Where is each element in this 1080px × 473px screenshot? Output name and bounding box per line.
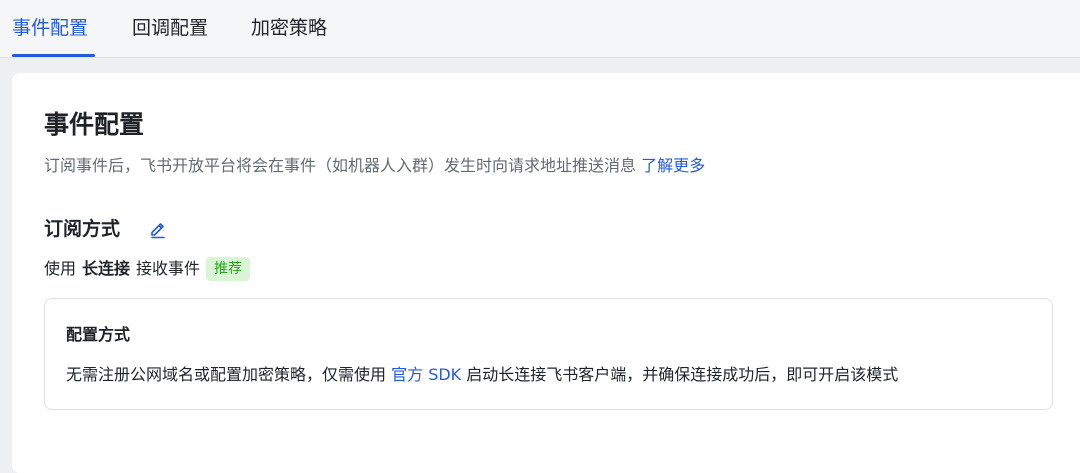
subscription-mode: 使用 长连接 接收事件 推荐 (44, 257, 251, 281)
mode-name: 长连接 (82, 259, 131, 278)
active-tab-indicator (12, 54, 95, 57)
tab-callback-config[interactable]: 回调配置 (132, 14, 208, 42)
recommended-badge: 推荐 (206, 257, 251, 281)
tab-bar: 事件配置 回调配置 加密策略 (0, 0, 1080, 58)
config-desc-after: 启动长连接飞书客户端，并确保连接成功后，即可开启该模式 (466, 365, 899, 384)
edit-icon[interactable] (148, 219, 168, 239)
subscription-heading: 订阅方式 (44, 218, 121, 240)
config-method-box: 配置方式 无需注册公网域名或配置加密策略，仅需使用 官方 SDK 启动长连接飞书… (44, 298, 1053, 410)
tab-event-config[interactable]: 事件配置 (12, 14, 88, 42)
description-text: 订阅事件后，飞书开放平台将会在事件（如机器人入群）发生时向请求地址推送消息 (44, 156, 637, 175)
tab-encryption-strategy[interactable]: 加密策略 (251, 14, 327, 42)
config-method-title: 配置方式 (66, 325, 131, 344)
config-method-description: 无需注册公网域名或配置加密策略，仅需使用 官方 SDK 启动长连接飞书客户端，并… (66, 363, 898, 387)
mode-suffix: 接收事件 (136, 259, 201, 278)
official-sdk-link[interactable]: 官方 SDK (391, 365, 461, 384)
config-desc-before: 无需注册公网域名或配置加密策略，仅需使用 (66, 365, 387, 384)
learn-more-link[interactable]: 了解更多 (641, 156, 705, 175)
mode-prefix: 使用 (44, 259, 77, 278)
page-description: 订阅事件后，飞书开放平台将会在事件（如机器人入群）发生时向请求地址推送消息 了解… (44, 154, 705, 178)
page-title: 事件配置 (44, 110, 145, 139)
